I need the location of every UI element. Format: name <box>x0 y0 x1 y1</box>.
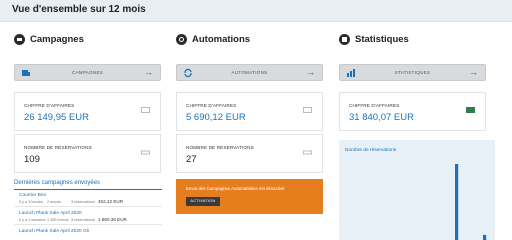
statistiques-header: Statistiques <box>339 30 487 48</box>
banner-text: Envoi des Campagnes Automatisées est dés… <box>186 186 285 191</box>
bed-icon <box>303 150 312 155</box>
campaign-reservations: 3 réservations <box>71 218 95 222</box>
campaign-row[interactable]: Launch Plank Sale April 2020 Il y a 1 se… <box>14 209 162 225</box>
revenue-value: 31 840,07 EUR <box>349 112 414 123</box>
bookings-value: 27 <box>186 154 197 165</box>
campaign-name[interactable]: Launch Plank Sale April 2020 Gli <box>19 229 89 234</box>
campaign-row[interactable]: Courrier Beo Il y a 3 heures 2 envois 3 … <box>14 191 162 207</box>
campagnes-button-label: CAMPAGNES <box>71 70 104 75</box>
campagnes-title: Campagnes <box>30 34 84 45</box>
divider <box>14 189 162 190</box>
bookings-value: 109 <box>24 154 40 165</box>
campaign-section-icon <box>14 34 25 45</box>
automations-button[interactable]: AUTOMATIONS → <box>176 64 323 81</box>
automations-revenue-card: CHIFFRE D'AFFAIRES 5 690,12 EUR <box>176 92 323 131</box>
arrow-right-icon: → <box>306 67 315 77</box>
arrow-right-icon: → <box>469 67 478 77</box>
bookings-label: NOMBRE DE RÉSERVATIONS <box>24 145 92 150</box>
revenue-label: CHIFFRE D'AFFAIRES <box>186 103 237 108</box>
campaign-amount: 452,22 EUR <box>98 199 124 204</box>
automations-header: Automations <box>176 30 324 48</box>
campaign-age: Il y a 1 semaine <box>19 218 46 222</box>
revenue-value: 5 690,12 EUR <box>186 112 246 123</box>
statistiques-button[interactable]: STATISTIQUES → <box>339 64 486 81</box>
stats-section-icon <box>339 34 350 45</box>
money-icon <box>466 107 475 113</box>
chart-bar <box>455 164 459 240</box>
revenue-value: 26 149,95 EUR <box>24 112 89 123</box>
revenue-label: CHIFFRE D'AFFAIRES <box>349 103 400 108</box>
automations-title: Automations <box>192 34 251 45</box>
statistiques-button-label: STATISTIQUES <box>394 70 431 75</box>
statistiques-title: Statistiques <box>355 34 409 45</box>
activation-button[interactable]: ACTIVATION <box>186 197 220 206</box>
arrow-right-icon: → <box>144 67 153 77</box>
automations-button-label: AUTOMATIONS <box>231 70 268 75</box>
overview-header: Vue d'ensemble sur 12 mois <box>0 0 512 22</box>
bed-icon <box>141 150 150 155</box>
statistiques-column: Statistiques <box>339 30 487 48</box>
chart-bar <box>483 234 487 240</box>
money-icon <box>303 107 312 113</box>
automation-section-icon <box>176 34 187 45</box>
page-title: Vue d'ensemble sur 12 mois <box>12 4 146 15</box>
campagnes-header: Campagnes <box>14 30 162 48</box>
campagnes-column: Campagnes <box>14 30 162 48</box>
automations-column: Automations <box>176 30 324 48</box>
statistiques-revenue-card: CHIFFRE D'AFFAIRES 31 840,07 EUR <box>339 92 486 131</box>
campaign-amount: 1 860,36 EUR <box>98 217 127 222</box>
bookings-chart: Nombre de réservations <box>339 140 495 240</box>
campagnes-bookings-card: NOMBRE DE RÉSERVATIONS 109 <box>14 134 161 173</box>
campaign-name[interactable]: Courrier Beo <box>19 193 46 198</box>
money-icon <box>141 107 150 113</box>
campagnes-revenue-card: CHIFFRE D'AFFAIRES 26 149,95 EUR <box>14 92 161 131</box>
campaign-row[interactable]: Launch Plank Sale April 2020 Gli <box>14 227 162 240</box>
automations-bookings-card: NOMBRE DE RÉSERVATIONS 27 <box>176 134 323 173</box>
campaign-reservations: 3 réservations <box>71 200 95 204</box>
campaign-age: Il y a 3 heures <box>19 200 43 204</box>
bookings-label: NOMBRE DE RÉSERVATIONS <box>186 145 254 150</box>
automation-disabled-banner: Envoi des Campagnes Automatisées est dés… <box>176 179 323 214</box>
bookings-chart-svg <box>455 164 487 240</box>
campagnes-button[interactable]: CAMPAGNES → <box>14 64 161 81</box>
campaign-sent: 2 envois <box>47 200 62 204</box>
recent-campaigns-title: Dernières campagnes envoyées <box>14 180 101 186</box>
campaign-sent: 1 355 envois <box>47 218 69 222</box>
campaign-name[interactable]: Launch Plank Sale April 2020 <box>19 211 82 216</box>
revenue-label: CHIFFRE D'AFFAIRES <box>24 103 75 108</box>
